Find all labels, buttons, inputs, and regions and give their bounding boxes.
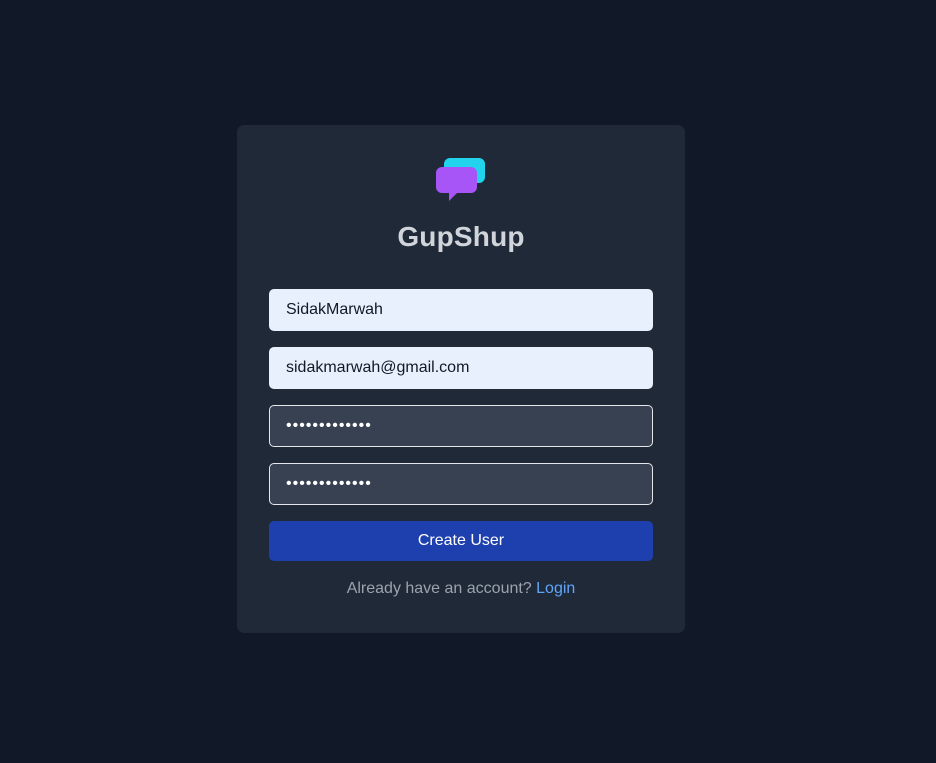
- email-input[interactable]: [269, 347, 653, 389]
- confirm-password-input[interactable]: [269, 463, 653, 505]
- password-input[interactable]: [269, 405, 653, 447]
- username-input[interactable]: [269, 289, 653, 331]
- login-prompt: Already have an account? Login: [237, 580, 685, 598]
- signup-card: GupShup Create User Already have an acco…: [237, 125, 685, 633]
- login-prompt-text: Already have an account?: [346, 580, 532, 597]
- chat-bubbles-icon: [436, 158, 485, 201]
- app-title: GupShup: [397, 221, 525, 252]
- login-link[interactable]: Login: [536, 580, 575, 597]
- create-user-button[interactable]: Create User: [269, 521, 653, 561]
